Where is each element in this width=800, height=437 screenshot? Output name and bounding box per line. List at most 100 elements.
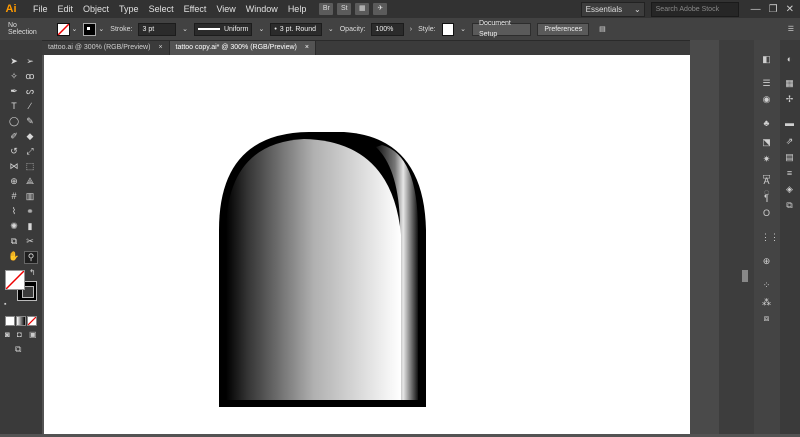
line-icon[interactable]: ∕: [24, 101, 36, 112]
gradient-mode-icon[interactable]: [16, 316, 26, 326]
artboard-icon[interactable]: ⧉: [8, 236, 20, 247]
graphic-styles-icon[interactable]: ⬔: [761, 137, 772, 147]
stock-search-input[interactable]: Search Adobe Stock: [650, 2, 739, 17]
libraries-icon[interactable]: ◧: [761, 54, 772, 64]
pen-icon[interactable]: ✒: [8, 86, 20, 97]
hand-icon[interactable]: ✋: [8, 251, 20, 262]
tombstone-artwork[interactable]: [44, 55, 690, 434]
image-icon[interactable]: ▬: [784, 118, 795, 128]
menu-select[interactable]: Select: [144, 0, 179, 18]
chevron-right-icon[interactable]: ›: [410, 26, 412, 33]
app-logo[interactable]: Ai: [2, 1, 20, 17]
shaper-icon[interactable]: ✐: [8, 131, 20, 142]
direct-selection-tool-icon[interactable]: ➢: [24, 56, 36, 67]
menu-type[interactable]: Type: [114, 0, 144, 18]
rotate-icon[interactable]: ↺: [8, 146, 20, 157]
pathfinder-icon[interactable]: ⧈: [761, 313, 772, 323]
paragraph-icon[interactable]: ¶: [761, 193, 772, 203]
artboard-canvas[interactable]: [44, 55, 690, 434]
stroke-weight-icon[interactable]: ≡: [784, 168, 795, 178]
opacity-field[interactable]: 100%: [371, 22, 404, 36]
minimize-icon[interactable]: —: [751, 4, 761, 15]
variable-width-profile[interactable]: Uniform: [193, 22, 253, 36]
swap-icon[interactable]: ↰: [29, 268, 36, 277]
mesh-icon[interactable]: #: [8, 191, 20, 202]
gradient-swatch-icon[interactable]: ▤: [784, 152, 795, 162]
chevron-down-icon[interactable]: ⌄: [98, 25, 104, 33]
paintbrush-icon[interactable]: ✎: [24, 116, 36, 127]
brush-panel-icon[interactable]: ✢: [784, 94, 795, 104]
perspective-icon[interactable]: ⟁: [24, 176, 36, 187]
menu-edit[interactable]: Edit: [53, 0, 79, 18]
symbols-icon[interactable]: ♣: [761, 118, 772, 128]
chevron-down-icon[interactable]: ⌄: [328, 25, 334, 33]
gradient-icon[interactable]: ▥: [24, 191, 36, 202]
blend-icon[interactable]: ⚭: [24, 206, 36, 217]
layers-icon[interactable]: ◉: [761, 94, 772, 104]
tab-tattoo[interactable]: tattoo.ai @ 300% (RGB/Preview) ×: [42, 41, 170, 55]
character-icon[interactable]: A: [761, 176, 772, 186]
menu-file[interactable]: File: [28, 0, 53, 18]
stroke-weight-field[interactable]: 3 pt: [138, 22, 177, 36]
scrollbar-thumb[interactable]: [742, 270, 748, 282]
menu-help[interactable]: Help: [283, 0, 312, 18]
draw-normal-icon[interactable]: ◙: [5, 330, 10, 339]
chevron-down-icon[interactable]: ⌄: [460, 25, 466, 33]
layers-stack-icon[interactable]: ◈: [784, 184, 795, 194]
default-colors-icon[interactable]: ▪: [4, 301, 6, 308]
fill-control[interactable]: ⌄: [56, 22, 78, 36]
export-icon[interactable]: ⇗: [784, 136, 795, 146]
draw-behind-icon[interactable]: ◘: [17, 330, 22, 339]
graph-icon[interactable]: ▮: [24, 221, 36, 232]
workspace-switcher[interactable]: Essentials ⌄: [580, 2, 645, 17]
brush-definition[interactable]: • 3 pt. Round: [270, 22, 322, 36]
tab-tattoo-copy[interactable]: tattoo copy.ai* @ 300% (RGB/Preview) ×: [169, 41, 316, 55]
eyedropper-icon[interactable]: ⌇: [8, 206, 20, 217]
screen-mode-icon[interactable]: ⧉: [15, 344, 21, 355]
ellipse-icon[interactable]: ◯: [8, 116, 20, 127]
layout-icon[interactable]: ▦: [355, 3, 370, 15]
menu-effect[interactable]: Effect: [179, 0, 212, 18]
color-wheel-icon[interactable]: ◐: [784, 54, 795, 64]
document-setup-button[interactable]: Document Setup: [471, 20, 532, 38]
chevron-down-icon[interactable]: ⌄: [182, 25, 188, 33]
close-icon[interactable]: ×: [158, 41, 162, 55]
appearance-icon[interactable]: ✷: [761, 154, 772, 164]
grid-icon[interactable]: ⋮⋮: [761, 232, 779, 242]
chevron-down-icon[interactable]: ⌄: [258, 25, 264, 33]
type-icon[interactable]: T: [8, 101, 20, 112]
restore-icon[interactable]: ❐: [769, 4, 778, 15]
pattern-icon[interactable]: ⁘: [761, 280, 772, 290]
slice-icon[interactable]: ✂: [24, 236, 36, 247]
menu-object[interactable]: Object: [78, 0, 114, 18]
magic-wand-icon[interactable]: ✧: [8, 71, 20, 82]
scale-icon[interactable]: ⤢: [24, 146, 36, 157]
draw-inside-icon[interactable]: ▣: [29, 330, 37, 339]
free-transform-icon[interactable]: ⬚: [24, 161, 36, 172]
swatch-grid-icon[interactable]: ▦: [784, 78, 795, 88]
shape-builder-icon[interactable]: ⊕: [8, 176, 20, 187]
none-mode-icon[interactable]: [27, 316, 37, 326]
menu-view[interactable]: View: [211, 0, 240, 18]
menu-icon[interactable]: ☰: [788, 25, 794, 33]
navigator-icon[interactable]: ⊕: [761, 256, 772, 266]
menu-window[interactable]: Window: [241, 0, 283, 18]
width-icon[interactable]: ⋈: [8, 161, 20, 172]
fill-stroke-widget[interactable]: ↰: [5, 268, 37, 301]
stock-icon[interactable]: St: [337, 3, 352, 15]
close-window-icon[interactable]: ✕: [786, 4, 794, 15]
stroke-color-control[interactable]: ⌄: [83, 22, 104, 36]
arrange-icon[interactable]: ▤: [599, 25, 606, 33]
stroke-swatch[interactable]: [83, 22, 97, 36]
close-icon[interactable]: ×: [305, 41, 309, 55]
actions-icon[interactable]: ⁂: [761, 297, 772, 307]
style-swatch[interactable]: [441, 22, 455, 36]
sync-icon[interactable]: ✈: [373, 3, 388, 15]
zoom-icon[interactable]: ⚲: [24, 251, 38, 264]
chevron-down-icon[interactable]: ⌄: [72, 25, 78, 33]
symbol-sprayer-icon[interactable]: ✺: [8, 221, 20, 232]
eraser-icon[interactable]: ◆: [24, 131, 36, 142]
selection-tool-icon[interactable]: ➤: [8, 56, 20, 67]
fill-swatch[interactable]: [56, 22, 70, 36]
properties-icon[interactable]: ☰: [761, 78, 772, 88]
